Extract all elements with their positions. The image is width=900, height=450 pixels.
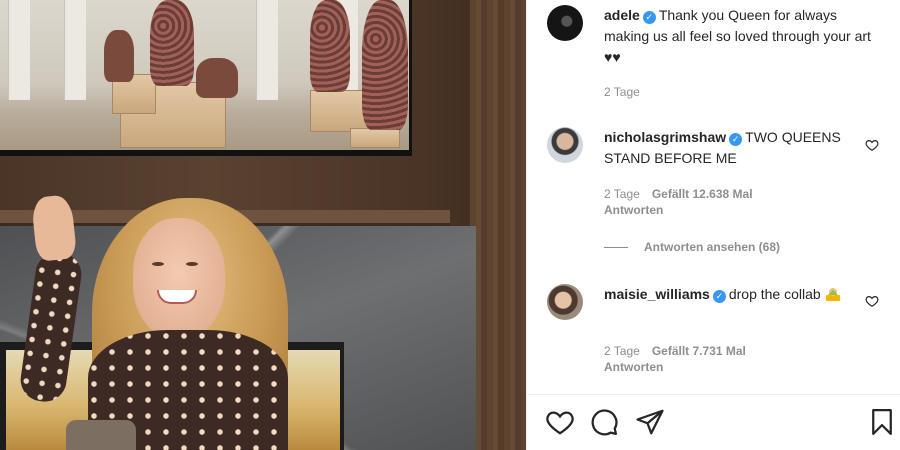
tv-column (8, 0, 30, 100)
comment-like-heart-icon[interactable] (865, 294, 879, 308)
tv-dancer (104, 30, 134, 82)
view-replies-label: Antworten ansehen (68) (644, 240, 781, 254)
comment-icon[interactable] (589, 407, 619, 437)
view-replies-button[interactable]: Antworten ansehen (68) (604, 239, 780, 255)
comment: maisie_williams ✓ drop the collab (604, 284, 874, 305)
comment-meta: 2 Tage Gefällt 12.638 Mal Antworten (604, 186, 753, 218)
reply-button[interactable]: Antworten (604, 359, 746, 375)
tv-dancer (150, 0, 194, 86)
post-caption: adele ✓ Thank you Queen for always making … (604, 5, 874, 68)
comment-meta: 2 Tage Gefällt 7.731 Mal Antworten (604, 343, 746, 375)
heart-icon[interactable] (545, 407, 575, 437)
comment-username[interactable]: maisie_williams (604, 286, 710, 302)
photo-tv-screen (0, 0, 409, 150)
share-icon[interactable] (635, 407, 665, 437)
caption-meta: 2 Tage (604, 84, 640, 100)
tv-column (64, 0, 86, 100)
comment-username[interactable]: nicholasgrimshaw (604, 129, 726, 145)
comment-likes[interactable]: Gefällt 7.731 Mal (652, 344, 746, 358)
photo-wood-panel (470, 0, 526, 450)
post-photo[interactable] (0, 0, 526, 450)
comment-likes[interactable]: Gefällt 12.638 Mal (652, 187, 753, 201)
comments-panel: adele ✓ Thank you Queen for always making … (526, 0, 900, 450)
tv-box (350, 128, 400, 148)
tv-dancer (196, 58, 238, 98)
photo-person-clutch (66, 420, 136, 450)
verified-badge-icon: ✓ (729, 133, 743, 146)
caption-username[interactable]: adele (604, 7, 640, 23)
photo-tv (0, 0, 412, 156)
photo-person-face (133, 218, 225, 338)
comment-text: drop the collab (728, 286, 821, 302)
comment-like-heart-icon[interactable] (865, 138, 879, 152)
caption-time[interactable]: 2 Tage (604, 85, 640, 99)
comment-time[interactable]: 2 Tage (604, 187, 640, 201)
verified-badge-icon: ✓ (712, 290, 726, 303)
avatar[interactable] (547, 5, 583, 41)
photo-person-eye (152, 262, 164, 266)
verified-badge-icon: ✓ (642, 11, 656, 24)
reply-button[interactable]: Antworten (604, 202, 753, 218)
post-action-bar (527, 394, 900, 450)
tv-column (256, 0, 278, 100)
photo-person-eye (186, 262, 198, 266)
comment: nicholasgrimshaw ✓ TWO QUEENS STAND BEFORE… (604, 127, 874, 169)
replies-divider (604, 247, 628, 249)
tv-dancer (310, 0, 350, 92)
bookmark-icon[interactable] (867, 407, 897, 437)
collab-emoji-icon (825, 288, 840, 301)
avatar[interactable] (547, 127, 583, 163)
avatar[interactable] (547, 284, 583, 320)
comment-time[interactable]: 2 Tage (604, 344, 640, 358)
tv-dancer (362, 0, 408, 130)
